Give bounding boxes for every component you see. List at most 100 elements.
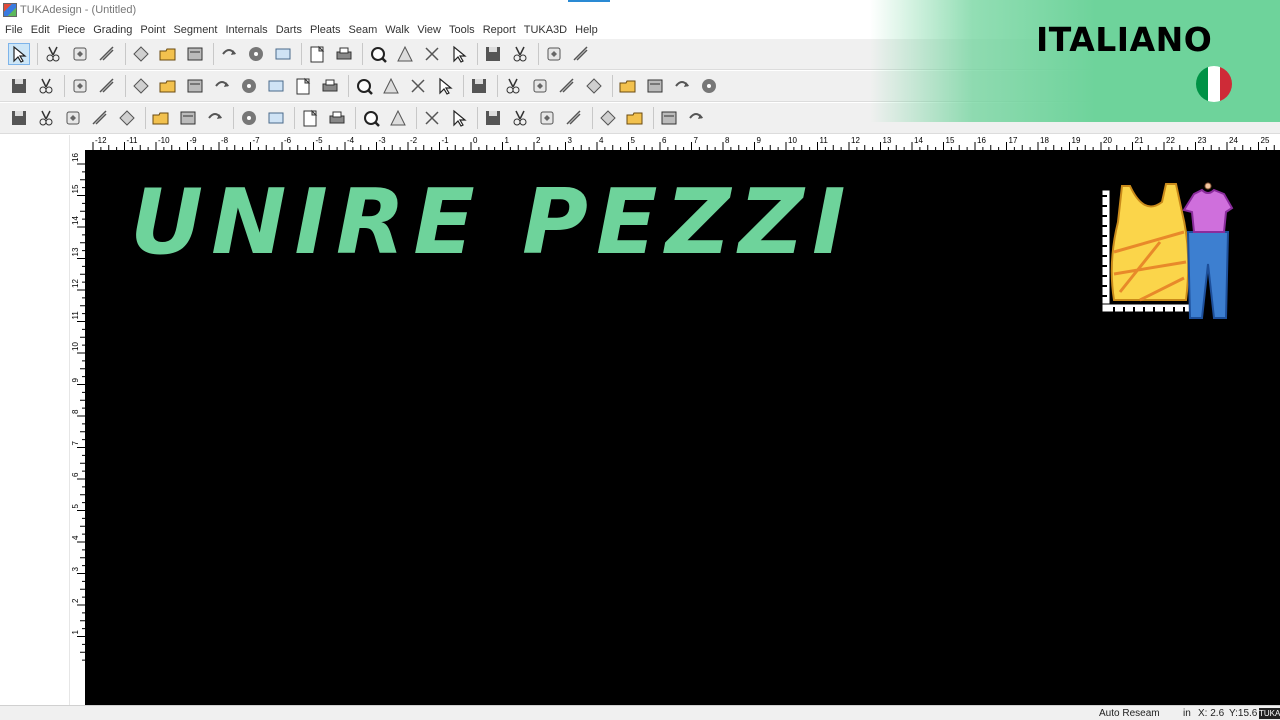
menu-internals[interactable]: Internals [221,24,271,36]
compass-icon[interactable] [509,107,531,129]
seam-tool-icon[interactable] [536,107,558,129]
table-icon[interactable] [299,107,321,129]
piece-icon[interactable] [583,75,605,97]
triangle-icon[interactable] [482,107,504,129]
line-split-icon[interactable] [380,75,402,97]
menu-point[interactable]: Point [136,24,169,36]
menu-walk[interactable]: Walk [381,24,413,36]
menu-piece[interactable]: Piece [54,24,90,36]
align-icon[interactable] [150,107,172,129]
menu-darts[interactable]: Darts [272,24,306,36]
cut-icon[interactable] [218,43,240,65]
measure-icon[interactable] [509,43,531,65]
ruler-label: 4 [599,136,604,145]
notch-icon[interactable] [570,43,592,65]
ruler-label: 1 [505,136,510,145]
cut-tool-icon[interactable] [624,107,646,129]
plot-icon[interactable] [157,43,179,65]
ruler-label: 22 [1166,136,1175,145]
ruler-label: 10 [71,342,80,351]
arrow-up-icon[interactable] [35,107,57,129]
scissors-line-icon[interactable] [434,75,456,97]
menu-file[interactable]: File [0,24,27,36]
ruler-label: 8 [71,409,80,414]
ruler-label: 3 [71,567,80,572]
menu-report[interactable]: Report [479,24,520,36]
undo-icon[interactable] [306,43,328,65]
anchor-icon[interactable] [157,75,179,97]
new-file-icon[interactable] [42,43,64,65]
cross-icon[interactable] [407,75,429,97]
corner-icon[interactable] [265,107,287,129]
zoom-in-icon[interactable] [367,43,389,65]
open-folder-icon[interactable] [69,43,91,65]
ruler-label: 12 [71,279,80,288]
walk-icon[interactable] [671,75,693,97]
button-icon[interactable] [211,75,233,97]
mirror-icon[interactable] [89,107,111,129]
measure-tape-icon[interactable] [421,107,443,129]
ruler-label: 16 [71,153,80,162]
paste-icon[interactable] [272,43,294,65]
menu-tuka3d[interactable]: TUKA3D [520,24,571,36]
sphere-icon[interactable] [468,75,490,97]
zoom-fit-icon[interactable] [421,43,443,65]
drill-icon[interactable] [238,75,260,97]
menu-help[interactable]: Help [571,24,602,36]
text-icon[interactable] [292,75,314,97]
menu-edit[interactable]: Edit [27,24,54,36]
copy-icon[interactable] [245,43,267,65]
zoom-out-icon[interactable] [394,43,416,65]
pleat-icon[interactable] [529,75,551,97]
grading-rules-icon[interactable] [96,75,118,97]
menu-tools[interactable]: Tools [445,24,479,36]
redo-icon[interactable] [333,43,355,65]
menu-segment[interactable]: Segment [169,24,221,36]
ruler-icon[interactable] [35,75,57,97]
double-arrow-icon[interactable] [62,107,84,129]
menu-seam[interactable]: Seam [345,24,382,36]
menu-grading[interactable]: Grading [89,24,136,36]
circle-icon[interactable] [265,75,287,97]
seam-icon[interactable] [644,75,666,97]
ruler-label: 2 [71,598,80,603]
save-icon[interactable] [96,43,118,65]
curve-icon[interactable] [204,107,226,129]
print-icon[interactable] [130,43,152,65]
grade-icon[interactable] [69,75,91,97]
angle-icon[interactable] [238,107,260,129]
export-icon[interactable] [184,43,206,65]
line-icon[interactable] [353,75,375,97]
walk-tool-icon[interactable] [563,107,585,129]
menu-pleats[interactable]: Pleats [306,24,345,36]
ruler-label: 18 [1040,136,1049,145]
ruler-label: -6 [284,136,292,145]
menu-view[interactable]: View [413,24,445,36]
ruler-label: 15 [71,184,80,193]
heart-icon[interactable] [502,75,524,97]
help-pointer-icon[interactable] [482,43,504,65]
marker-icon[interactable] [658,107,680,129]
point-icon[interactable] [130,75,152,97]
pencil-icon[interactable] [8,107,30,129]
arrow-icon[interactable] [556,75,578,97]
zoom-previous-icon[interactable] [448,43,470,65]
info-icon[interactable] [543,43,565,65]
select-arrow-icon[interactable] [8,43,30,65]
copy-piece-icon[interactable] [617,75,639,97]
grade-point-icon[interactable] [177,107,199,129]
dart-icon[interactable] [326,107,348,129]
ruler-label: 11 [71,311,80,320]
fold-icon[interactable] [698,75,720,97]
reshape-icon[interactable] [387,107,409,129]
notch-tool-icon[interactable] [597,107,619,129]
rotate-icon[interactable] [116,107,138,129]
hammer-icon[interactable] [184,75,206,97]
grid-icon[interactable] [448,107,470,129]
column-icon[interactable] [8,75,30,97]
ruler-label: 17 [1009,136,1018,145]
status-y-coordinate: Y:15.6 [1229,708,1258,719]
check-icon[interactable] [685,107,707,129]
layer-icon[interactable] [360,107,382,129]
image-icon[interactable] [319,75,341,97]
